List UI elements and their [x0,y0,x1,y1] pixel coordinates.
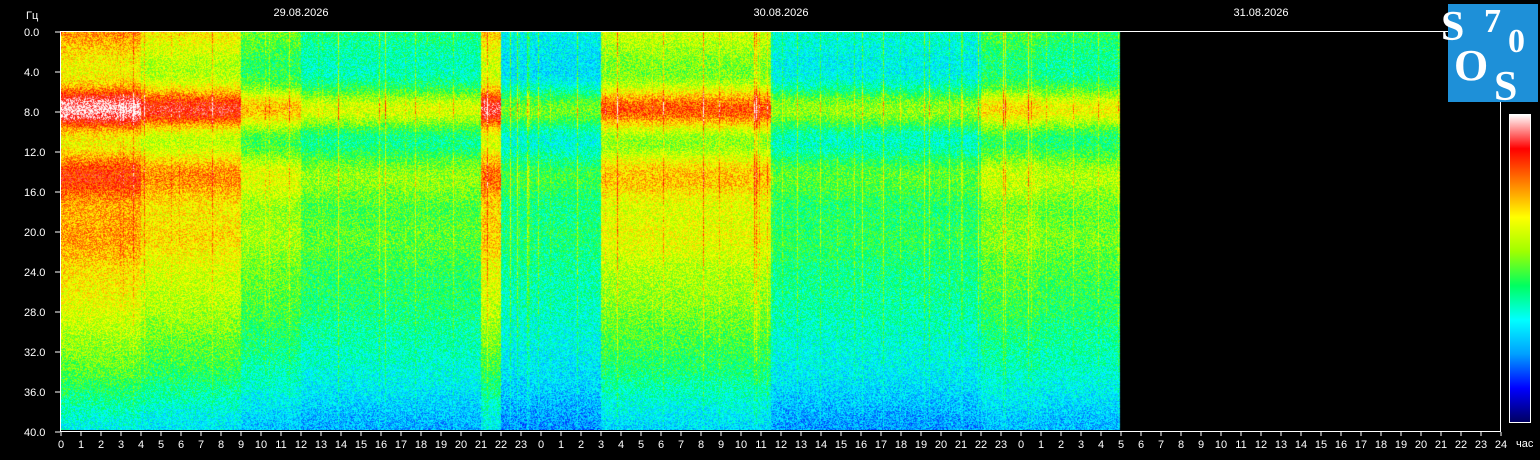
x-tick-label: 3 [118,439,124,451]
x-tick-label: 0 [538,439,544,451]
x-tick-label: 11 [275,439,286,451]
x-tick-label: 23 [1475,439,1487,451]
y-tick-label: 32.0 [24,347,45,359]
x-tick-label: 2 [98,439,104,451]
x-tick-label: 16 [1335,439,1347,451]
date-label: 29.08.2026 [273,7,328,19]
heatmap-area [61,32,1500,430]
x-tick-label: 4 [138,439,144,451]
x-tick-label: 15 [1315,439,1327,451]
x-tick-label: 2 [578,439,584,451]
x-tick-label: 1 [558,439,564,451]
x-tick-label: 19 [915,439,927,451]
x-tick-label: 8 [218,439,224,451]
x-tick-label: 10 [255,439,267,451]
y-tick-label: 12.0 [24,147,45,159]
y-tick-label: 28.0 [24,307,45,319]
logo-letter-o: O [1454,41,1488,90]
spectrogram-chart: Гц час 0.0 4.0 8.0 12.0 16.0 20.0 24.0 28.0 32.0… [0,0,1540,460]
x-tick-label: 13 [315,439,327,451]
y-tick-label: 40.0 [24,427,45,439]
x-tick-label: 7 [678,439,684,451]
x-tick-label: 23 [995,439,1007,451]
y-tick-label: 24.0 [24,267,45,279]
logo-letter-s2: S [1494,64,1517,110]
x-tick-label: 24 [1495,439,1507,451]
x-tick-label: 11 [755,439,766,451]
x-tick-label: 14 [815,439,827,451]
x-tick-label: 21 [475,439,487,451]
x-tick-label: 6 [1138,439,1144,451]
x-tick-label: 21 [1435,439,1447,451]
x-tick-label: 22 [1455,439,1467,451]
y-tick-label: 36.0 [24,387,45,399]
y-tick-label: 16.0 [24,187,45,199]
x-tick-label: 5 [158,439,164,451]
x-tick-label: 0 [1018,439,1024,451]
x-tick-label: 9 [1198,439,1204,451]
x-tick-label: 18 [895,439,907,451]
x-tick-label: 4 [1098,439,1104,451]
x-tick-label: 15 [355,439,367,451]
x-tick-label: 7 [198,439,204,451]
x-tick-label: 10 [735,439,747,451]
x-tick-label: 1 [78,439,84,451]
x-tick-label: 14 [1295,439,1307,451]
x-tick-label: 5 [1118,439,1124,451]
x-tick-label: 8 [698,439,704,451]
sos70-logo: S 7 0 O S [1441,3,1538,110]
date-label: 30.08.2026 [753,7,808,19]
x-tick-label: 9 [718,439,724,451]
logo-letter-7: 7 [1484,3,1501,40]
x-tick-label: 12 [295,439,307,451]
x-tick-label: 12 [775,439,787,451]
x-tick-label: 16 [375,439,387,451]
y-tick-label: 4.0 [24,67,39,79]
x-tick-label: 17 [875,439,887,451]
x-tick-label: 15 [835,439,847,451]
x-tick-label: 17 [1355,439,1367,451]
x-tick-label: 7 [1158,439,1164,451]
date-label: 31.08.2026 [1233,7,1288,19]
x-tick-label: 3 [598,439,604,451]
x-tick-label: 18 [415,439,427,451]
x-tick-label: 3 [1078,439,1084,451]
y-tick-label: 8.0 [24,107,39,119]
x-tick-label: 22 [495,439,507,451]
x-tick-label: 14 [335,439,347,451]
x-tick-label: 6 [658,439,664,451]
x-tick-label: 13 [795,439,807,451]
y-unit-label: Гц [26,10,39,22]
x-tick-label: 12 [1255,439,1267,451]
x-tick-label: 0 [58,439,64,451]
x-tick-label: 19 [435,439,447,451]
x-tick-label: 17 [395,439,407,451]
x-tick-label: 5 [638,439,644,451]
x-tick-label: 20 [935,439,947,451]
colorbar [1509,114,1531,423]
x-tick-label: 16 [855,439,867,451]
x-tick-label: 10 [1215,439,1227,451]
x-tick-label: 23 [515,439,527,451]
x-unit-label: час [1516,438,1534,450]
x-tick-label: 20 [455,439,467,451]
x-tick-label: 8 [1178,439,1184,451]
x-tick-label: 20 [1415,439,1427,451]
y-tick-label: 20.0 [24,227,45,239]
x-tick-label: 21 [955,439,967,451]
x-tick-label: 4 [618,439,624,451]
x-tick-label: 1 [1038,439,1044,451]
x-tick-label: 9 [238,439,244,451]
y-tick-label: 0.0 [24,27,39,39]
x-tick-label: 22 [975,439,987,451]
x-tick-label: 19 [1395,439,1407,451]
x-tick-label: 2 [1058,439,1064,451]
x-tick-label: 18 [1375,439,1387,451]
x-tick-label: 6 [178,439,184,451]
x-tick-label: 11 [1235,439,1246,451]
logo-letter-0: 0 [1508,23,1525,60]
x-tick-label: 13 [1275,439,1287,451]
